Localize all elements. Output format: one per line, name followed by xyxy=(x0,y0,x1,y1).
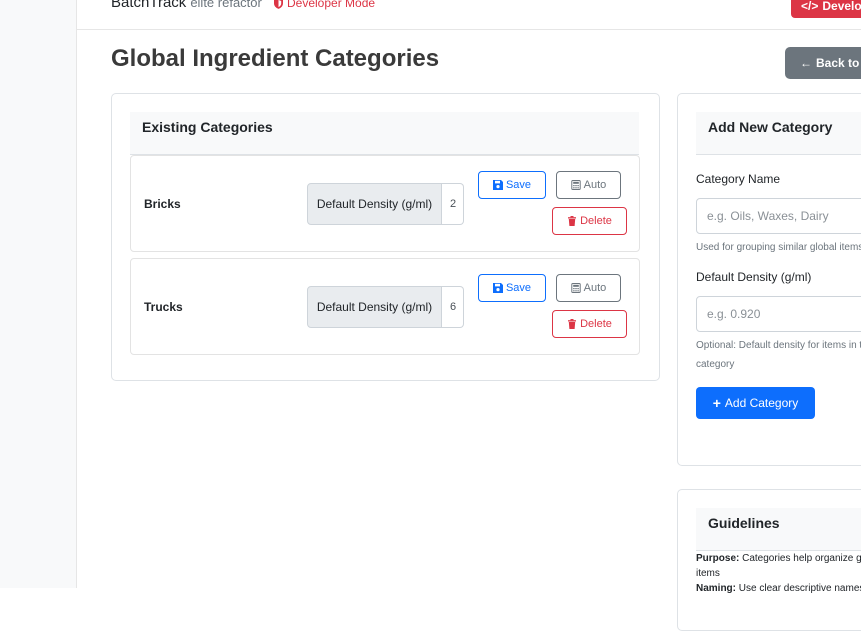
code-icon: </> xyxy=(801,0,819,13)
category-name-input[interactable]: e.g. Oils, Waxes, Dairy xyxy=(696,198,861,234)
guidelines-card: Guidelines Purpose: Categories help orga… xyxy=(677,489,861,631)
left-gutter xyxy=(0,0,77,588)
add-category-title: Add New Category xyxy=(708,119,833,135)
save-button-label: Save xyxy=(505,282,532,294)
calculator-icon xyxy=(570,283,581,293)
delete-button[interactable]: Delete xyxy=(552,207,627,235)
default-density-input[interactable]: e.g. 0.920 xyxy=(696,296,861,332)
developer-mode-label: Developer Mode xyxy=(287,0,376,10)
auto-button[interactable]: Auto xyxy=(556,274,621,302)
trash-icon xyxy=(568,319,577,329)
delete-button-label: Delete xyxy=(580,215,612,227)
developer-button-label: Developer xyxy=(822,0,861,13)
developer-button[interactable]: </> Developer xyxy=(791,0,861,18)
add-category-button-label: Add Category xyxy=(724,396,799,410)
add-category-header: Add New Category xyxy=(696,112,861,155)
arrow-left-icon: ← xyxy=(800,56,812,70)
category-name: Trucks xyxy=(144,300,183,314)
density-input-group: Default Density (g/ml) 2 xyxy=(307,183,464,225)
auto-button-label: Auto xyxy=(583,282,607,294)
existing-categories-card: Existing Categories Bricks Default Densi… xyxy=(111,93,660,381)
brand[interactable]: BatchTrack elite refactor xyxy=(111,0,262,11)
density-addon-label: Default Density (g/ml) xyxy=(307,183,442,225)
density-input[interactable]: 2 xyxy=(442,183,464,225)
category-row: Trucks Default Density (g/ml) 6 Save Aut… xyxy=(130,258,640,355)
floppy-disk-icon xyxy=(492,283,503,293)
existing-categories-title: Existing Categories xyxy=(142,119,273,135)
default-density-label: Default Density (g/ml) xyxy=(696,270,812,284)
naming-label: Naming: xyxy=(696,583,736,594)
category-name: Bricks xyxy=(144,197,181,211)
category-name-help: Used for grouping similar global items xyxy=(696,242,861,253)
delete-button[interactable]: Delete xyxy=(552,310,627,338)
guidelines-text: Purpose: Categories help organize global… xyxy=(696,551,861,596)
developer-mode-indicator: Developer Mode xyxy=(274,0,375,10)
page-title: Global Ingredient Categories xyxy=(111,45,440,72)
top-navbar: BatchTrack elite refactor Developer Mode … xyxy=(77,0,861,30)
calculator-icon xyxy=(570,180,581,190)
category-row: Bricks Default Density (g/ml) 2 Save Aut… xyxy=(130,155,640,252)
guidelines-title: Guidelines xyxy=(708,515,780,531)
add-category-button[interactable]: + Add Category xyxy=(696,387,815,419)
trash-icon xyxy=(568,216,577,226)
save-button[interactable]: Save xyxy=(478,171,546,199)
shield-icon xyxy=(274,0,283,9)
auto-button-label: Auto xyxy=(583,179,607,191)
default-density-help: Optional: Default density for items in t… xyxy=(696,340,861,370)
density-input[interactable]: 6 xyxy=(442,286,464,328)
floppy-disk-icon xyxy=(492,180,503,190)
brand-subtitle: elite refactor xyxy=(190,0,262,10)
density-input-group: Default Density (g/ml) 6 xyxy=(307,286,464,328)
back-button[interactable]: ← Back to Categories xyxy=(785,47,861,79)
brand-name: BatchTrack xyxy=(111,0,187,11)
auto-button[interactable]: Auto xyxy=(556,171,621,199)
plus-icon: + xyxy=(712,395,721,411)
existing-categories-header: Existing Categories xyxy=(130,112,639,155)
naming-text: Use clear descriptive names xyxy=(738,583,861,594)
purpose-label: Purpose: xyxy=(696,553,740,564)
delete-button-label: Delete xyxy=(580,318,612,330)
density-addon-label: Default Density (g/ml) xyxy=(307,286,442,328)
category-name-label: Category Name xyxy=(696,172,781,186)
guidelines-header: Guidelines xyxy=(696,508,861,551)
add-category-card: Add New Category Category Name e.g. Oils… xyxy=(677,93,861,466)
save-button[interactable]: Save xyxy=(478,274,546,302)
save-button-label: Save xyxy=(505,179,532,191)
back-button-label: Back to Categories xyxy=(816,56,861,70)
